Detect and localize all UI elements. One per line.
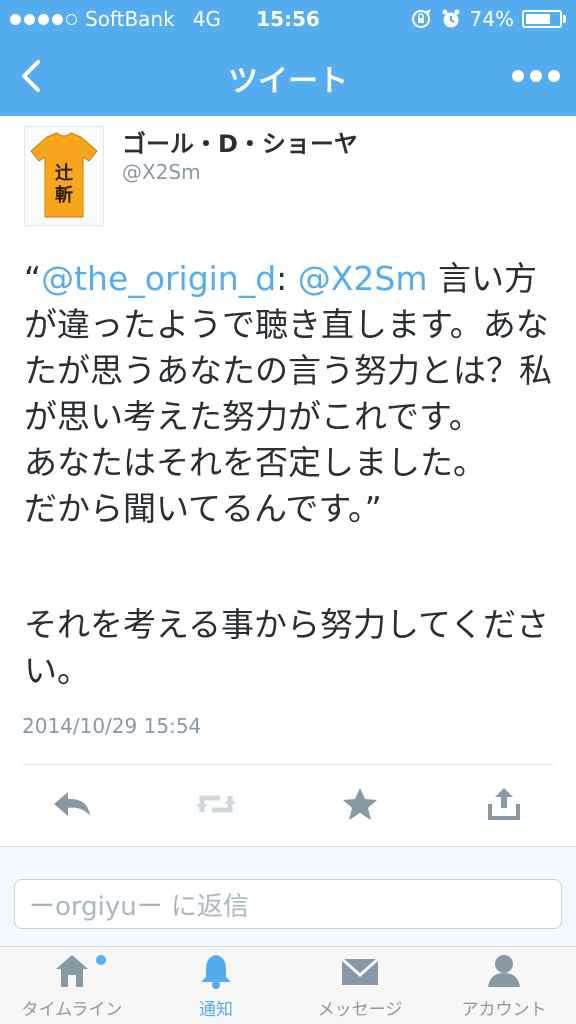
divider bbox=[22, 764, 554, 765]
favorite-button[interactable] bbox=[336, 784, 384, 824]
quote-open: “ bbox=[24, 259, 42, 298]
battery-icon bbox=[522, 10, 566, 28]
person-icon bbox=[488, 955, 520, 987]
new-items-dot bbox=[96, 955, 106, 965]
reply-placeholder: ーorgiyuー に返信 bbox=[29, 891, 249, 922]
tweet-detail: 辻 斬 ゴール・D・ショーヤ @X2Sm “@the_origin_d: @X2… bbox=[0, 116, 576, 846]
bell-icon bbox=[201, 955, 231, 989]
reply-input[interactable]: ーorgiyuー に返信 bbox=[14, 879, 562, 929]
home-icon bbox=[56, 955, 88, 987]
colon-text: : bbox=[276, 259, 298, 298]
tab-bar: タイムライン 通知 メッセージ アカウント bbox=[0, 946, 576, 1024]
reply-button[interactable] bbox=[48, 784, 96, 824]
tweet-quoted-text: “@the_origin_d: @X2Sm 言い方が違ったようで聴き直します。あ… bbox=[24, 256, 554, 532]
reply-icon bbox=[54, 792, 90, 816]
more-button[interactable] bbox=[512, 62, 560, 90]
mention-link[interactable]: @X2Sm bbox=[298, 259, 428, 298]
avatar[interactable]: 辻 斬 bbox=[24, 126, 104, 226]
star-icon bbox=[343, 788, 377, 820]
tab-notifications[interactable]: 通知 bbox=[144, 947, 288, 1024]
tshirt-avatar-icon: 辻 斬 bbox=[30, 132, 98, 218]
retweet-icon bbox=[196, 795, 236, 813]
alarm-icon bbox=[440, 8, 462, 30]
share-button[interactable] bbox=[480, 784, 528, 824]
user-handle[interactable]: @X2Sm bbox=[122, 160, 201, 184]
svg-text:斬: 斬 bbox=[55, 184, 73, 206]
user-name[interactable]: ゴール・D・ショーヤ bbox=[122, 124, 358, 159]
quote-close: ” bbox=[364, 489, 382, 528]
tweet-timestamp: 2014/10/29 15:54 bbox=[22, 714, 202, 738]
tab-label: 通知 bbox=[199, 1000, 233, 1020]
header: SoftBank 4G 15:56 74% ツイート bbox=[0, 0, 576, 116]
more-dots-icon bbox=[512, 70, 524, 82]
status-right: 74% bbox=[410, 7, 566, 31]
share-icon bbox=[488, 788, 520, 820]
page-title: ツイート bbox=[228, 64, 348, 99]
mention-link[interactable]: @the_origin_d bbox=[41, 259, 276, 298]
svg-text:辻: 辻 bbox=[55, 162, 73, 184]
envelope-icon bbox=[341, 957, 379, 985]
quoted-body: 言い方が違ったようで聴き直します。あなたが思うあなたの言う努力とは？私が思い考え… bbox=[24, 259, 552, 528]
tab-label: メッセージ bbox=[317, 1000, 403, 1020]
rotation-lock-icon bbox=[410, 8, 432, 30]
tab-timeline[interactable]: タイムライン bbox=[0, 947, 144, 1024]
tab-messages[interactable]: メッセージ bbox=[288, 947, 432, 1024]
retweet-button[interactable] bbox=[192, 784, 240, 824]
tab-label: タイムライン bbox=[21, 1000, 123, 1020]
tweet-actions bbox=[0, 776, 576, 832]
battery-percent: 74% bbox=[469, 7, 514, 31]
reply-area: ーorgiyuー に返信 bbox=[0, 846, 576, 946]
tab-account[interactable]: アカウント bbox=[432, 947, 576, 1024]
nav-bar: ツイート bbox=[0, 40, 576, 116]
tab-label: アカウント bbox=[461, 1000, 547, 1020]
status-bar: SoftBank 4G 15:56 74% bbox=[0, 0, 576, 40]
tweet-body-text: それを考える事から努力してください。 bbox=[24, 605, 550, 690]
